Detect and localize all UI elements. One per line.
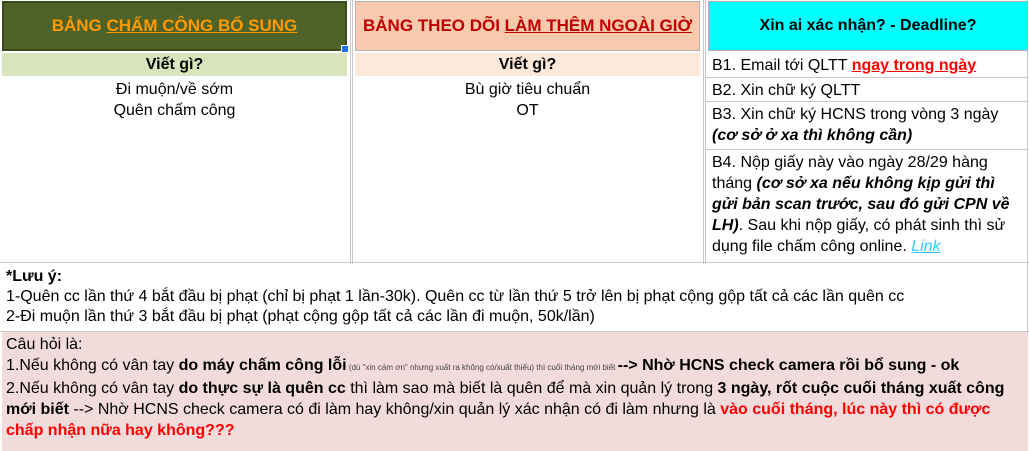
step-text: B1. Email tới QLTT	[712, 57, 852, 74]
step-text: B2. Xin chữ ký QLTT	[712, 82, 861, 99]
step-cell-b4[interactable]: B4. Nộp giấy này vào ngày 28/29 hàng thá…	[708, 150, 1028, 260]
subheader-cell-2[interactable]: Viết gì?	[355, 53, 700, 76]
q-bold: do thực sự là quên cc	[178, 380, 346, 397]
note-title: *Lưu ý:	[6, 268, 63, 285]
step-text: B3. Xin chữ ký HCNS trong vòng 3 ngày	[712, 106, 999, 123]
header-title: BẢNG THEO DÕI LÀM THÊM NGOÀI GIỜ	[363, 16, 692, 35]
step-cell-b1[interactable]: B1. Email tới QLTT ngay trong ngày	[708, 53, 1028, 78]
note-line: 2-Đi muộn lần thứ 3 bắt đầu bị phạt (phạ…	[6, 308, 595, 325]
subheader-cell-1[interactable]: Viết gì?	[2, 53, 347, 76]
grid-line	[352, 0, 353, 264]
q-text: thì làm sao mà biết là quên để mà xin qu…	[345, 380, 718, 397]
note-line: 1-Quên cc lần thứ 4 bắt đầu bị phạt (chỉ…	[6, 288, 905, 305]
question-cell[interactable]: Câu hỏi là: 1.Nếu không có vân tay do má…	[2, 332, 1028, 451]
col2-item: OT	[516, 102, 539, 119]
grid-line	[0, 262, 1029, 263]
step-cell-b3[interactable]: B3. Xin chữ ký HCNS trong vòng 3 ngày (c…	[708, 102, 1028, 150]
header-title: BẢNG CHẤM CÔNG BỔ SUNG	[51, 16, 298, 35]
header-title: Xin ai xác nhận? - Deadline?	[759, 17, 977, 34]
col1-content-cell[interactable]: Đi muộn/về sớm Quên chấm công	[2, 79, 347, 121]
grid-line	[703, 0, 704, 264]
step-highlight: ngay trong ngày	[851, 57, 977, 74]
col2-item: Bù giờ tiêu chuẩn	[464, 81, 591, 98]
online-file-link[interactable]: Link	[911, 238, 940, 255]
question-title: Câu hỏi là:	[6, 336, 83, 353]
q-text: 1.Nếu không có vân tay	[6, 357, 179, 374]
q-arrow: -->	[617, 357, 643, 374]
step-text: . Sau khi nộp giấy, có phát sinh thì sử …	[712, 217, 1006, 255]
selection-fill-handle[interactable]	[341, 45, 349, 53]
grid-line	[350, 0, 351, 264]
q-small: (dù "xin cám ơn" nhưng xuất ra không có/…	[346, 363, 618, 372]
step-note: (cơ sở ở xa thì không cần)	[712, 127, 913, 144]
q-bold: do máy chấm công lỗi	[178, 357, 347, 374]
col1-item: Đi muộn/về sớm	[115, 81, 234, 98]
question-line-2: 2.Nếu không có vân tay do thực sự là quê…	[6, 378, 1024, 441]
header-cell-cham-cong[interactable]: BẢNG CHẤM CÔNG BỔ SUNG	[2, 1, 347, 51]
col2-content-cell[interactable]: Bù giờ tiêu chuẩn OT	[355, 79, 700, 121]
note-cell[interactable]: *Lưu ý: 1-Quên cc lần thứ 4 bắt đầu bị p…	[2, 264, 1028, 330]
q-bold: Nhờ HCNS check camera rồi bổ sung - ok	[642, 357, 960, 374]
header-cell-xac-nhan[interactable]: Xin ai xác nhận? - Deadline?	[708, 1, 1028, 51]
question-line-1: 1.Nếu không có vân tay do máy chấm công …	[6, 355, 1024, 378]
step-cell-b2[interactable]: B2. Xin chữ ký QLTT	[708, 78, 1028, 102]
grid-line	[705, 0, 706, 264]
col1-item: Quên chấm công	[113, 102, 236, 119]
q-text: 2.Nếu không có vân tay	[6, 380, 179, 397]
q-text: --> Nhờ HCNS check camera có đi làm hay …	[68, 401, 721, 418]
header-cell-lam-them[interactable]: BẢNG THEO DÕI LÀM THÊM NGOÀI GIỜ	[355, 1, 700, 51]
